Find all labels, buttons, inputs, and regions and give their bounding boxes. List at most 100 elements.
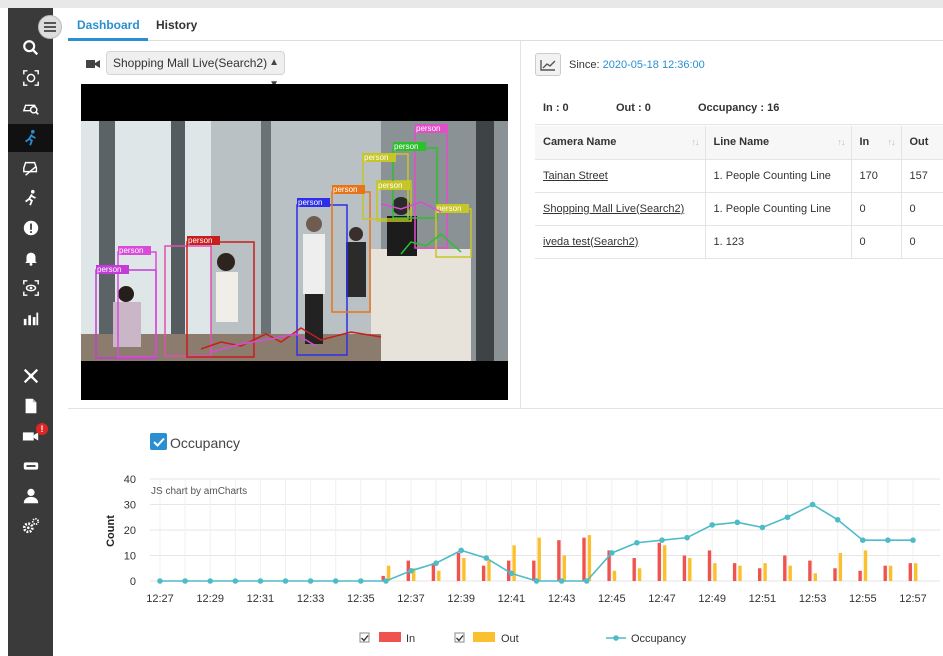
occupancy-point <box>784 514 791 521</box>
bar-in <box>632 558 636 581</box>
x-tick-label: 12:31 <box>247 593 275 605</box>
occupancy-point <box>759 524 766 531</box>
camera-name-link[interactable]: Shopping Mall Live(Search2) <box>535 192 706 226</box>
legend-label-occupancy[interactable]: Occupancy <box>631 633 687 645</box>
bar-out <box>637 568 642 581</box>
hamburger-icon <box>44 22 56 32</box>
trend-chart-icon <box>540 59 556 71</box>
analytics-icon[interactable] <box>8 304 53 332</box>
occupancy-point <box>483 555 490 561</box>
legend-marker-occupancy <box>613 635 619 641</box>
occupancy-point <box>659 537 665 543</box>
bar-out <box>663 545 667 581</box>
out-cell: 0 <box>901 225 943 259</box>
legend-label-in[interactable]: In <box>406 633 415 645</box>
table-header-row: Camera Name ↑↓ Line Name ↑↓ In ↑↓ Out <box>535 126 943 160</box>
table-row: Tainan Street 1. People Counting Line 17… <box>535 159 943 193</box>
occupancy-point <box>885 537 891 543</box>
user-icon[interactable] <box>8 482 53 510</box>
camera-name-link[interactable]: Tainan Street <box>535 159 706 193</box>
occupancy-point <box>157 578 163 584</box>
in-cell: 170 <box>851 159 902 193</box>
camera-alert-icon[interactable]: ! <box>8 422 53 450</box>
occupancy-point <box>332 578 339 584</box>
live-video-feed[interactable]: person person person person person perso… <box>81 84 508 400</box>
detection-label: person <box>97 265 121 274</box>
occupancy-point <box>834 517 841 523</box>
bar-out <box>587 535 592 581</box>
occupancy-point <box>709 522 715 528</box>
bar-out <box>713 563 717 581</box>
bar-out <box>487 560 491 581</box>
column-header-line-name[interactable]: Line Name ↑↓ <box>705 126 852 160</box>
sort-icon: ↑↓ <box>837 137 846 147</box>
tab-dashboard[interactable]: Dashboard <box>77 18 140 32</box>
occupancy-point <box>734 519 741 526</box>
detection-label: person <box>298 198 322 207</box>
people-counting-icon[interactable] <box>8 124 53 152</box>
tools-icon[interactable] <box>8 362 53 390</box>
checkmark-icon <box>152 437 165 447</box>
summary-bar: In : 0 Out : 0 Occupancy : 16 <box>535 91 943 125</box>
bar-out <box>863 550 868 581</box>
occupancy-point <box>533 578 540 584</box>
camera-name-link[interactable]: iveda test(Search2) <box>535 225 706 259</box>
face-scan-icon[interactable] <box>8 64 53 92</box>
column-header-camera-name[interactable]: Camera Name ↑↓ <box>535 126 706 160</box>
camera-select[interactable]: Shopping Mall Live(Search2) ▲▼ <box>106 51 285 90</box>
counting-table: Camera Name ↑↓ Line Name ↑↓ In ↑↓ Out Taina… <box>535 126 943 259</box>
motion-detection-icon[interactable] <box>8 184 53 212</box>
sort-icon: ↑↓ <box>887 137 896 147</box>
bar-in <box>783 555 787 581</box>
occupancy-point <box>860 537 866 543</box>
occupancy-point <box>383 578 389 584</box>
x-tick-label: 12:49 <box>698 593 726 605</box>
occupancy-checkbox[interactable] <box>150 433 167 450</box>
document-icon[interactable] <box>8 392 53 420</box>
settings-icon[interactable] <box>8 512 53 540</box>
bar-in <box>758 568 762 581</box>
detection-label: person <box>119 246 143 255</box>
notification-badge: ! <box>36 423 48 435</box>
bar-out <box>462 558 466 581</box>
out-cell: 0 <box>901 192 943 226</box>
since-value: 2020-05-18 12:36:00 <box>602 59 705 71</box>
line-name-cell: 1. People Counting Line <box>705 192 852 226</box>
alert-icon[interactable] <box>8 214 53 242</box>
app-root: ! Dashboard History Shopping Mall Live(S… <box>0 0 943 656</box>
summary-out: Out : 0 <box>616 102 651 114</box>
bar-in <box>456 552 461 581</box>
out-cell: 157 <box>901 159 943 193</box>
column-header-out[interactable]: Out <box>901 126 943 160</box>
x-tick-label: 12:39 <box>447 593 475 605</box>
bar-in <box>732 563 737 581</box>
y-tick-label: 30 <box>124 500 136 512</box>
vehicle-counting-icon[interactable] <box>8 154 53 182</box>
legend-swatch-out <box>473 632 495 642</box>
occupancy-point <box>508 570 515 577</box>
vehicle-search-icon[interactable] <box>8 94 53 122</box>
column-header-in[interactable]: In ↑↓ <box>851 126 902 160</box>
legend-label-out[interactable]: Out <box>501 633 519 645</box>
x-tick-label: 12:43 <box>548 593 576 605</box>
bar-in <box>557 540 561 581</box>
since-label: Since: <box>569 59 600 71</box>
bar-out <box>888 565 893 581</box>
detection-label: person <box>188 236 212 245</box>
tab-bar: Dashboard History <box>68 8 943 41</box>
y-axis-label: Count <box>105 515 117 547</box>
eye-scan-icon[interactable] <box>8 274 53 302</box>
y-tick-label: 0 <box>130 576 136 588</box>
tab-history[interactable]: History <box>156 18 197 32</box>
device-icon[interactable] <box>8 452 53 480</box>
bell-icon[interactable] <box>8 244 53 272</box>
menu-toggle-button[interactable] <box>38 15 62 39</box>
occupancy-point <box>307 578 314 584</box>
line-name-cell: 1. People Counting Line <box>705 159 852 193</box>
video-frame: person person person person person perso… <box>81 121 508 361</box>
x-tick-label: 12:45 <box>598 593 626 605</box>
trend-chart-button[interactable] <box>535 53 561 76</box>
occupancy-point <box>809 501 816 508</box>
y-tick-label: 20 <box>124 525 136 537</box>
summary-occupancy: Occupancy : 16 <box>698 102 780 114</box>
